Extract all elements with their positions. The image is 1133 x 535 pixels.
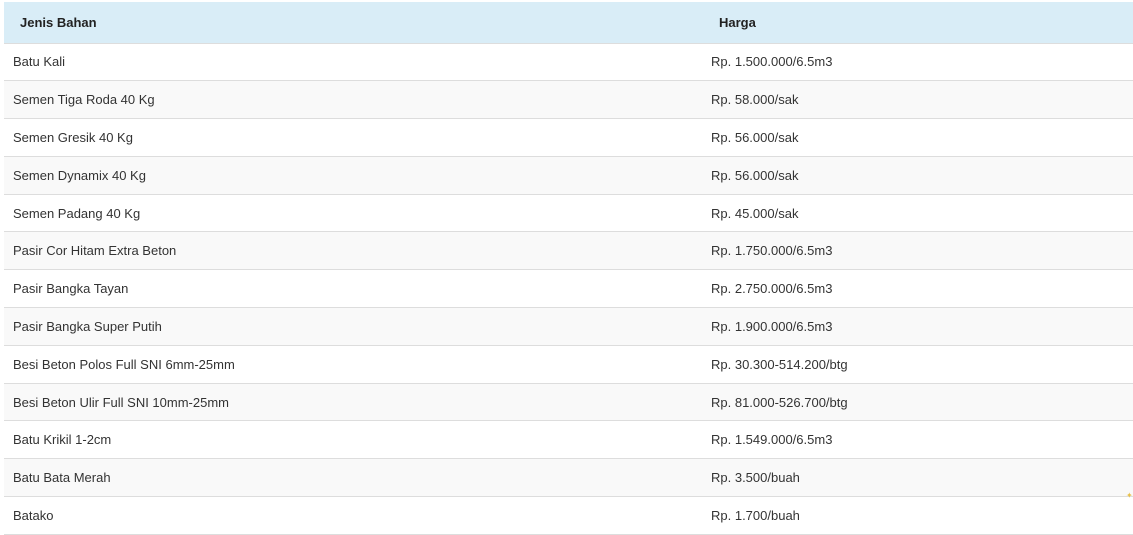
- cell-material-name: Semen Dynamix 40 Kg: [13, 167, 146, 183]
- cell-material-name: Semen Tiga Roda 40 Kg: [13, 92, 155, 108]
- cell-price: Rp. 30.300-514.200/btg: [711, 356, 848, 372]
- cell-material-name: Batu Krikil 1-2cm: [13, 432, 112, 448]
- cell-material-name: Besi Beton Ulir Full SNI 10mm-25mm: [13, 394, 229, 410]
- cell-price: Rp. 3.500/buah: [711, 470, 800, 486]
- cell-price: Rp. 1.549.000/6.5m3: [711, 432, 833, 448]
- table-row: Semen Gresik 40 Kg Rp. 56.000/sak: [4, 118, 1133, 157]
- cell-price: Rp. 2.750.000/6.5m3: [711, 281, 833, 297]
- cell-material-name: Pasir Cor Hitam Extra Beton: [13, 243, 177, 259]
- cell-price: Rp. 1.500.000/6.5m3: [711, 54, 833, 70]
- cell-material-name: Batu Bata Merah: [13, 470, 111, 486]
- price-table-container: Jenis Bahan Harga Batu Kali Rp. 1.500.00…: [4, 2, 1133, 535]
- table-row: Pasir Bangka Tayan Rp. 2.750.000/6.5m3: [4, 269, 1133, 308]
- cell-price: Rp. 81.000-526.700/btg: [711, 394, 848, 410]
- cell-price: Rp. 1.750.000/6.5m3: [711, 243, 833, 259]
- column-header-price: Harga: [702, 2, 1133, 44]
- table-row: Batu Krikil 1-2cm Rp. 1.549.000/6.5m3: [4, 420, 1133, 459]
- material-price-table: Jenis Bahan Harga Batu Kali Rp. 1.500.00…: [4, 2, 1133, 535]
- table-row: Batu Kali Rp. 1.500.000/6.5m3: [4, 43, 1133, 81]
- cell-price: Rp. 45.000/sak: [711, 205, 799, 221]
- header-row: Jenis Bahan Harga: [4, 2, 1133, 44]
- cell-price: Rp. 1.700/buah: [711, 507, 800, 523]
- table-body: Batu Kali Rp. 1.500.000/6.5m3 Semen Tiga…: [4, 43, 1133, 535]
- table-row: Besi Beton Polos Full SNI 6mm-25mm Rp. 3…: [4, 345, 1133, 384]
- column-header-name: Jenis Bahan: [4, 2, 702, 44]
- cell-price: Rp. 1.900.000/6.5m3: [711, 318, 833, 334]
- cell-material-name: Batako: [13, 507, 54, 523]
- cell-material-name: Semen Padang 40 Kg: [13, 205, 141, 221]
- table-row: Semen Dynamix 40 Kg Rp. 56.000/sak: [4, 156, 1133, 195]
- table-row: Batu Bata Merah Rp. 3.500/buah: [4, 458, 1133, 497]
- cell-material-name: Pasir Bangka Tayan: [13, 281, 129, 297]
- cell-material-name: Semen Gresik 40 Kg: [13, 129, 133, 145]
- sparkle-icon: ✦: [1126, 491, 1133, 500]
- table-header: Jenis Bahan Harga: [4, 2, 1133, 44]
- cell-price: Rp. 58.000/sak: [711, 92, 799, 108]
- cell-material-name: Batu Kali: [13, 54, 66, 70]
- table-row: Semen Padang 40 Kg Rp. 45.000/sak: [4, 194, 1133, 232]
- table-row: Batako Rp. 1.700/buah: [4, 496, 1133, 535]
- table-row: Pasir Cor Hitam Extra Beton Rp. 1.750.00…: [4, 231, 1133, 270]
- cell-material-name: Besi Beton Polos Full SNI 6mm-25mm: [13, 356, 235, 372]
- cell-price: Rp. 56.000/sak: [711, 129, 799, 145]
- table-row: Pasir Bangka Super Putih Rp. 1.900.000/6…: [4, 307, 1133, 346]
- table-row: Besi Beton Ulir Full SNI 10mm-25mm Rp. 8…: [4, 383, 1133, 421]
- cell-material-name: Pasir Bangka Super Putih: [13, 318, 162, 334]
- table-row: Semen Tiga Roda 40 Kg Rp. 58.000/sak: [4, 80, 1133, 119]
- cell-price: Rp. 56.000/sak: [711, 167, 799, 183]
